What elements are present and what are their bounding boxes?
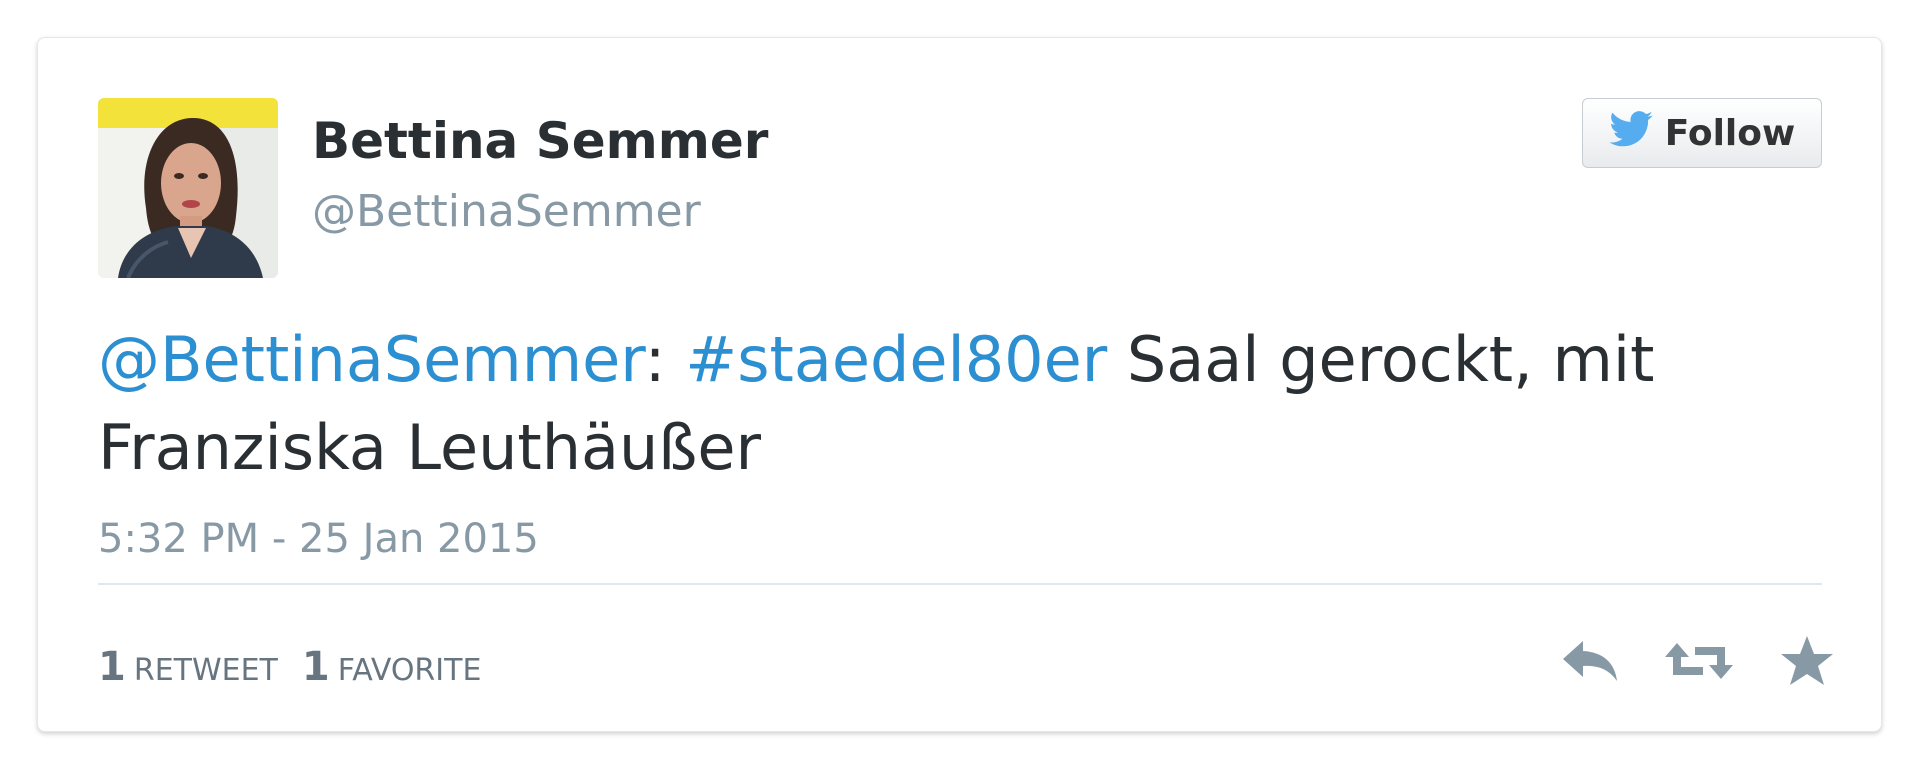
tweet-text-line2: Franziska Leuthäußer [98, 411, 761, 484]
favorite-button[interactable] [1764, 628, 1850, 698]
retweet-label: RETWEET [133, 653, 278, 688]
favorite-label: FAVORITE [337, 653, 482, 688]
user-handle[interactable]: @BettinaSemmer [312, 186, 701, 237]
tweet-text: @BettinaSemmer: #staedel80er Saal gerock… [98, 316, 1818, 492]
avatar-photo [98, 98, 278, 278]
twitter-bird-icon [1609, 110, 1653, 156]
hashtag-link[interactable]: #staedel80er [685, 323, 1107, 396]
tweet-card: Bettina Semmer @BettinaSemmer Follow @Be… [37, 37, 1882, 732]
reply-icon [1559, 637, 1623, 689]
tweet-stats: 1 RETWEET 1 FAVORITE [98, 644, 481, 690]
retweet-stat[interactable]: 1 RETWEET [98, 644, 278, 690]
display-name[interactable]: Bettina Semmer [312, 112, 768, 170]
follow-button[interactable]: Follow [1582, 98, 1822, 168]
star-icon [1779, 634, 1835, 692]
retweet-icon [1663, 637, 1735, 689]
divider [98, 583, 1822, 585]
tweet-text-line1: Saal gerockt, mit [1107, 323, 1655, 396]
reply-button[interactable] [1548, 628, 1634, 698]
tweet-colon: : [644, 323, 666, 396]
mention-link[interactable]: @BettinaSemmer [98, 323, 645, 396]
avatar[interactable] [98, 98, 278, 278]
favorite-count: 1 [301, 644, 330, 690]
favorite-stat[interactable]: 1 FAVORITE [302, 644, 482, 690]
tweet-timestamp[interactable]: 5:32 PM - 25 Jan 2015 [98, 516, 539, 562]
retweet-button[interactable] [1656, 628, 1742, 698]
retweet-count: 1 [98, 644, 126, 690]
follow-label: Follow [1664, 112, 1796, 154]
tweet-actions [1548, 628, 1850, 698]
